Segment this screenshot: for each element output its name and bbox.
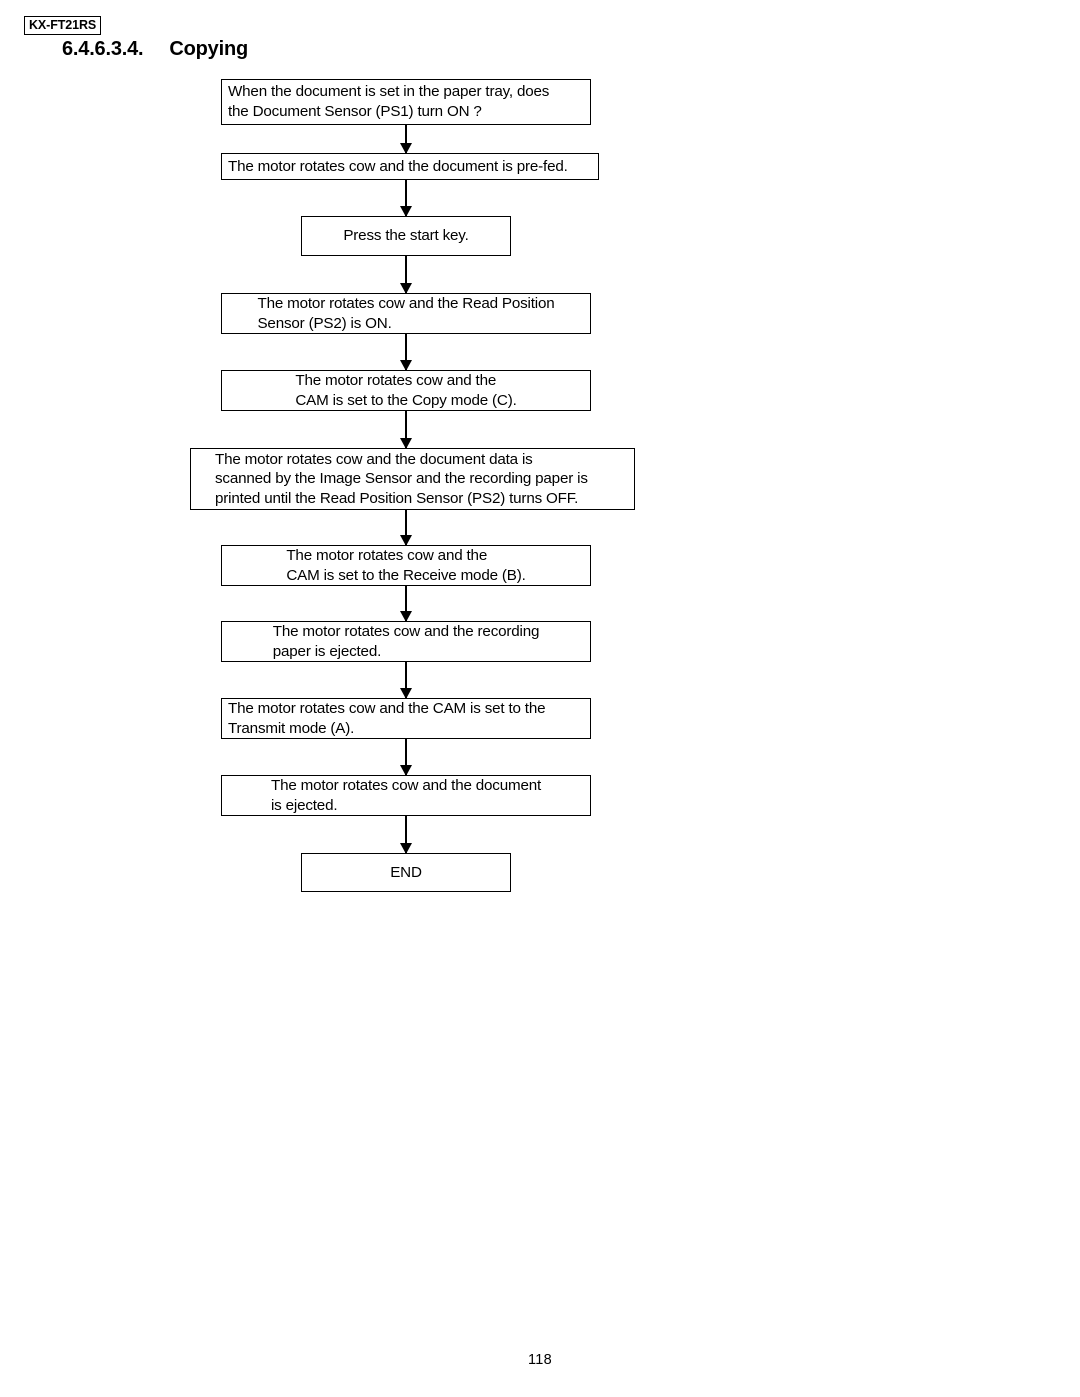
flow-connector-arrow — [405, 180, 407, 216]
copying-flowchart: When the document is set in the paper tr… — [0, 0, 1080, 920]
flow-node-text: The motor rotates cow and the CAM is set… — [228, 699, 546, 737]
flow-connector-arrow — [405, 334, 407, 370]
flow-node-text: The motor rotates cow and the Read Posit… — [257, 294, 555, 332]
flow-node-text: The motor rotates cow and the recording … — [272, 622, 540, 660]
page-number: 118 — [527, 1352, 553, 1368]
flow-connector-arrow — [405, 662, 407, 698]
flow-node-text: The motor rotates cow and the document i… — [228, 157, 568, 175]
flow-node-text: The motor rotates cow and the document i… — [270, 776, 542, 814]
flow-connector-arrow — [405, 739, 407, 775]
flow-node-text: When the document is set in the paper tr… — [228, 83, 550, 120]
flow-connector-arrow — [405, 256, 407, 293]
flow-connector-arrow — [405, 510, 407, 545]
flow-connector-arrow — [405, 816, 407, 853]
flow-node-cam-transmit-mode: The motor rotates cow and the CAM is set… — [221, 698, 591, 739]
flow-connector-arrow — [405, 411, 407, 448]
flow-node-text: Press the start key. — [343, 227, 469, 245]
flow-node-text: The motor rotates cow and the CAM is set… — [286, 546, 526, 584]
flow-node-document-sensor-check: When the document is set in the paper tr… — [221, 79, 591, 125]
flow-node-eject-recording-paper: The motor rotates cow and the recording … — [221, 621, 591, 662]
flow-connector-arrow — [405, 586, 407, 621]
flow-node-text: The motor rotates cow and the document d… — [215, 450, 588, 507]
flow-node-scan-and-print: The motor rotates cow and the document d… — [190, 448, 635, 510]
flow-node-eject-document: The motor rotates cow and the document i… — [221, 775, 591, 816]
flow-node-cam-receive-mode: The motor rotates cow and the CAM is set… — [221, 545, 591, 586]
flow-node-prefeed-document: The motor rotates cow and the document i… — [221, 153, 599, 180]
flow-node-read-position-sensor-on: The motor rotates cow and the Read Posit… — [221, 293, 591, 334]
flow-connector-arrow — [405, 125, 407, 153]
flow-node-end: END — [301, 853, 511, 892]
flow-node-text: The motor rotates cow and the CAM is set… — [295, 371, 517, 409]
flow-node-press-start-key: Press the start key. — [301, 216, 511, 256]
flow-node-cam-copy-mode: The motor rotates cow and the CAM is set… — [221, 370, 591, 411]
flow-node-text: END — [390, 863, 422, 881]
